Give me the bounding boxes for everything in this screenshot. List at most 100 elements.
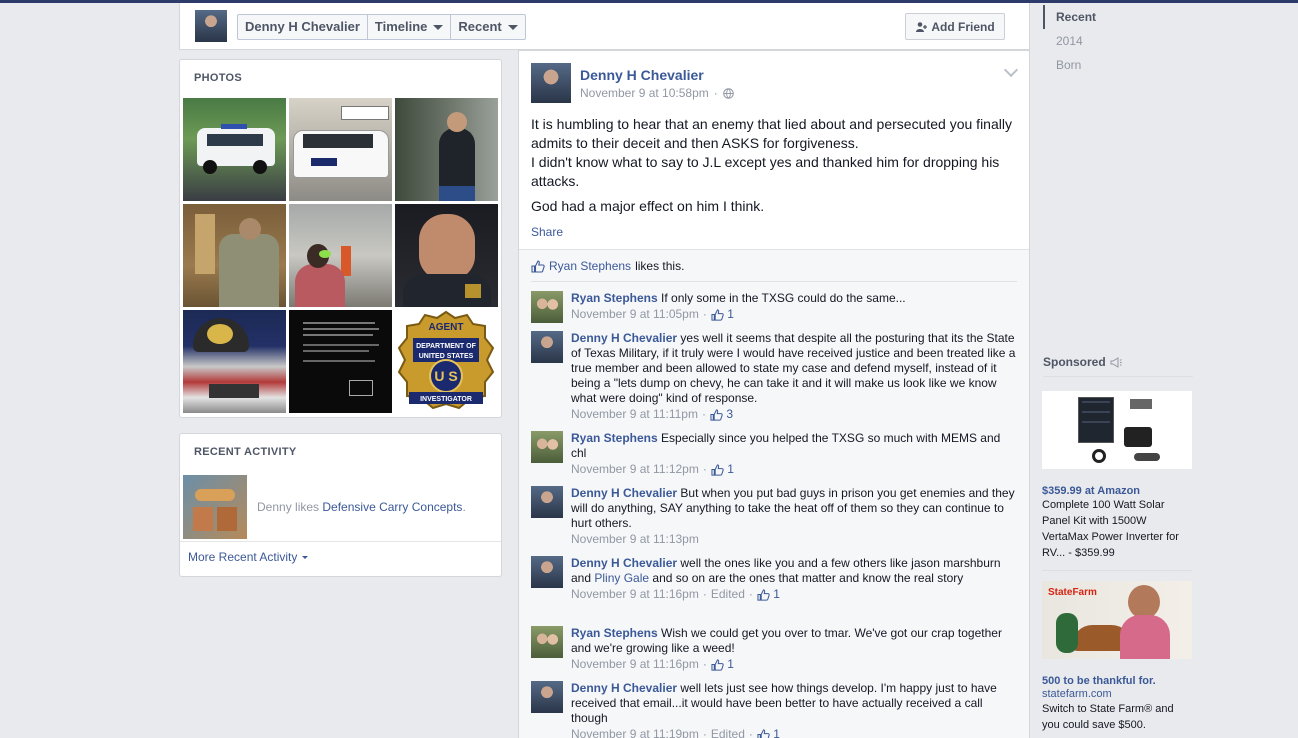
breadcrumb-timeline[interactable]: Timeline	[368, 15, 452, 39]
comment-timestamp[interactable]: November 9 at 11:12pm	[571, 462, 699, 477]
timeline-scrubber: Recent 2014 Born	[1043, 5, 1193, 77]
comment-like-count[interactable]: 1	[711, 657, 734, 672]
comment-avatar[interactable]	[531, 486, 563, 518]
activity-text: Denny likes Defensive Carry Concepts.	[257, 500, 466, 514]
post-meta: November 9 at 10:58pm ·	[580, 86, 734, 100]
comment-author[interactable]: Ryan Stephens	[571, 431, 658, 445]
photo-text-document[interactable]	[289, 310, 392, 413]
likes-sentence: Ryan Stephens likes this.	[531, 259, 684, 273]
caret-down-icon	[302, 555, 309, 559]
liker-link[interactable]: Ryan Stephens	[549, 259, 631, 273]
comment-timestamp[interactable]: November 9 at 11:13pm	[571, 532, 699, 547]
timeline-post: Denny H Chevalier November 9 at 10:58pm …	[518, 50, 1030, 738]
caret-down-icon	[507, 24, 518, 30]
comment-timestamp[interactable]: November 9 at 11:11pm	[571, 407, 698, 422]
ad-domain[interactable]: statefarm.com	[1042, 687, 1192, 701]
comment-like-count[interactable]: 3	[710, 407, 733, 422]
comment-meta: November 9 at 11:12pm · 1	[571, 462, 734, 477]
comment-avatar[interactable]	[531, 681, 563, 713]
comment-timestamp[interactable]: November 9 at 11:19pm	[571, 727, 699, 738]
post-author-avatar[interactable]	[531, 63, 571, 103]
ad-text[interactable]: Switch to State Farm® and you could save…	[1042, 701, 1192, 733]
divider	[531, 281, 1017, 282]
photo-agent-badge[interactable]: AGENT DEPARTMENT OF UNITED STATES U S IN…	[395, 310, 498, 413]
thumbs-up-icon	[710, 408, 723, 421]
breadcrumb-name[interactable]: Denny H Chevalier	[238, 15, 368, 39]
comment-author[interactable]: Denny H Chevalier	[571, 681, 677, 695]
thumbs-up-icon	[711, 463, 724, 476]
comment-like-count[interactable]: 1	[711, 307, 734, 322]
comment-author[interactable]: Denny H Chevalier	[571, 331, 677, 345]
breadcrumb-recent[interactable]: Recent	[451, 15, 524, 39]
badge-bottom-text: INVESTIGATOR	[420, 396, 472, 403]
photo-grid: AGENT DEPARTMENT OF UNITED STATES U S IN…	[183, 98, 500, 413]
badge-graphic: AGENT DEPARTMENT OF UNITED STATES U S IN…	[397, 310, 495, 410]
scrubber-2014[interactable]: 2014	[1043, 29, 1193, 53]
comment-timestamp[interactable]: November 9 at 11:16pm	[571, 587, 699, 602]
comment-avatar[interactable]	[531, 626, 563, 658]
recent-activity-box: RECENT ACTIVITY Denny likes Defensive Ca…	[179, 433, 502, 577]
comment-avatar[interactable]	[531, 556, 563, 588]
ad-image[interactable]	[1042, 391, 1192, 469]
ad-solar-kit[interactable]: $359.99 at Amazon Complete 100 Watt Sola…	[1042, 391, 1192, 561]
add-friend-icon	[916, 21, 928, 32]
sponsored-header: Sponsored	[1043, 355, 1193, 377]
post-author-name[interactable]: Denny H Chevalier	[580, 67, 704, 83]
ad-image[interactable]: StateFarm	[1042, 581, 1192, 659]
divider	[1042, 570, 1192, 571]
thumbs-up-icon	[757, 728, 770, 738]
activity-page-link[interactable]: Defensive Carry Concepts	[322, 500, 462, 514]
comment-author[interactable]: Denny H Chevalier	[571, 556, 677, 570]
comment-avatar[interactable]	[531, 431, 563, 463]
comment-avatar[interactable]	[531, 331, 563, 363]
comment-timestamp[interactable]: November 9 at 11:05pm	[571, 307, 699, 322]
badge-top-text: AGENT	[429, 322, 464, 333]
badge-mid-text-1: DEPARTMENT OF	[416, 343, 476, 350]
comment-like-count[interactable]: 1	[757, 587, 780, 602]
comment-like-count[interactable]: 1	[757, 727, 780, 738]
more-recent-activity-link[interactable]: More Recent Activity	[188, 550, 309, 564]
activity-page-thumbnail[interactable]	[183, 475, 247, 539]
comment-edited[interactable]: Edited	[711, 727, 745, 738]
profile-thumbnail[interactable]	[195, 10, 227, 42]
timeline-breadcrumb: Denny H Chevalier Timeline Recent	[237, 14, 526, 40]
ad-text[interactable]: Complete 100 Watt Solar Panel Kit with 1…	[1042, 497, 1192, 561]
recent-activity-title: RECENT ACTIVITY	[194, 446, 297, 458]
photo-soldier[interactable]	[183, 204, 286, 307]
scrubber-recent[interactable]: Recent	[1043, 5, 1193, 29]
comment-like-count[interactable]: 1	[711, 462, 734, 477]
photo-shooting-range[interactable]	[289, 204, 392, 307]
photo-police-car-2[interactable]	[289, 98, 392, 201]
scrubber-born[interactable]: Born	[1043, 53, 1193, 77]
comment-timestamp[interactable]: November 9 at 11:16pm	[571, 657, 699, 672]
post-options-chevron-icon[interactable]	[1003, 62, 1019, 78]
mention-link[interactable]: Pliny Gale	[594, 571, 649, 585]
add-friend-button[interactable]: Add Friend	[905, 13, 1005, 40]
post-feedback-area: Ryan Stephens likes this. Ryan Stephens …	[519, 249, 1029, 738]
post-timestamp[interactable]: November 9 at 10:58pm	[580, 86, 709, 100]
caret-down-icon	[433, 24, 444, 30]
photos-title[interactable]: PHOTOS	[180, 60, 501, 96]
ad-title[interactable]: $359.99 at Amazon	[1042, 485, 1192, 497]
photo-range-officer[interactable]	[395, 98, 498, 201]
photo-police-car-1[interactable]	[183, 98, 286, 201]
comment-meta: November 9 at 11:11pm · 3	[571, 407, 733, 422]
photo-portrait[interactable]	[395, 204, 498, 307]
thumbs-up-icon	[757, 588, 770, 601]
ad-state-farm[interactable]: StateFarm 500 to be thankful for. statef…	[1042, 570, 1192, 733]
ad-title[interactable]: 500 to be thankful for.	[1042, 675, 1192, 687]
comment-edited[interactable]: Edited	[711, 587, 745, 602]
activity-item: Denny likes Defensive Carry Concepts.	[183, 474, 500, 540]
photos-box: PHOTOS AGENT DEPARTMENT OF UNITED STATES…	[179, 59, 502, 418]
share-link[interactable]: Share	[531, 225, 563, 239]
photo-flag-cap[interactable]	[183, 310, 286, 413]
comment-meta: November 9 at 11:19pm · Edited · 1	[571, 727, 1017, 738]
comment-text: If only some in the TXSG could do the sa…	[661, 291, 906, 305]
comment-author[interactable]: Ryan Stephens	[571, 626, 658, 640]
globe-icon[interactable]	[722, 87, 734, 99]
sponsored-title[interactable]: Sponsored	[1043, 355, 1106, 369]
comment-avatar[interactable]	[531, 291, 563, 323]
comment-author[interactable]: Denny H Chevalier	[571, 486, 677, 500]
divider	[1043, 376, 1193, 377]
comment-author[interactable]: Ryan Stephens	[571, 291, 658, 305]
